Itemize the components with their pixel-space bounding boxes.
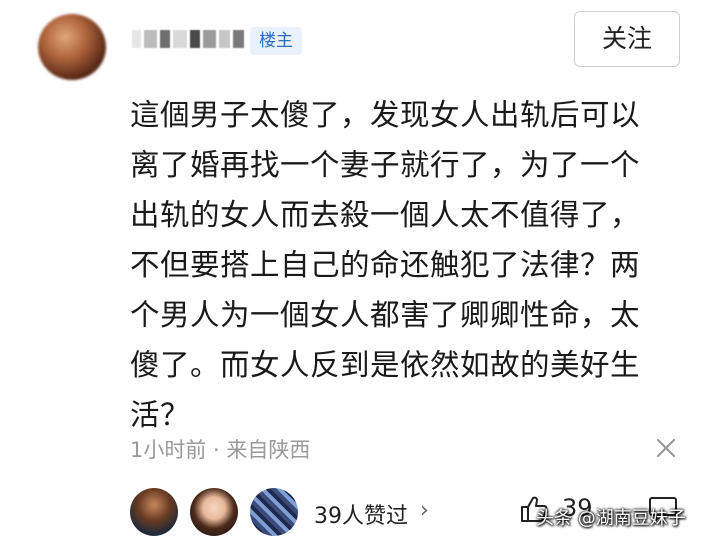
source-watermark: 头条 @湖南豆妹子 [536,508,686,529]
follow-button[interactable]: 关注 [574,11,680,67]
liker-avatar[interactable] [130,488,178,536]
commenter-name-blurred[interactable] [132,28,244,50]
close-icon[interactable] [654,436,678,460]
comment-line: 活？ [130,398,191,432]
chevron-right-icon: › [420,498,429,523]
comment-line: 个男人为一個女人都害了卿卿性命，太 [130,298,641,332]
liker-avatar[interactable] [250,488,298,536]
comment-line: 這個男子太傻了，发现女人出轨后可以 [130,98,641,132]
comment-line: 出轨的女人而去殺一個人太不值得了， [130,198,641,232]
comment-line: 不但要搭上自己的命还触犯了法律？两 [130,248,641,282]
comment-line: 离了婚再找一个妻子就行了，为了一个 [130,148,641,182]
comment-line: 傻了。而女人反到是依然如故的美好生 [130,348,641,382]
op-badge: 楼主 [250,27,302,55]
likes-summary-link[interactable]: 39人赞过 [314,498,408,530]
comment-meta: 1小时前 · 来自陕西 [130,438,311,462]
comment-body: 這個男子太傻了，发现女人出轨后可以 离了婚再找一个妻子就行了，为了一个 出轨的女… [130,90,700,440]
liker-avatar[interactable] [190,488,238,536]
commenter-avatar[interactable] [38,14,106,80]
